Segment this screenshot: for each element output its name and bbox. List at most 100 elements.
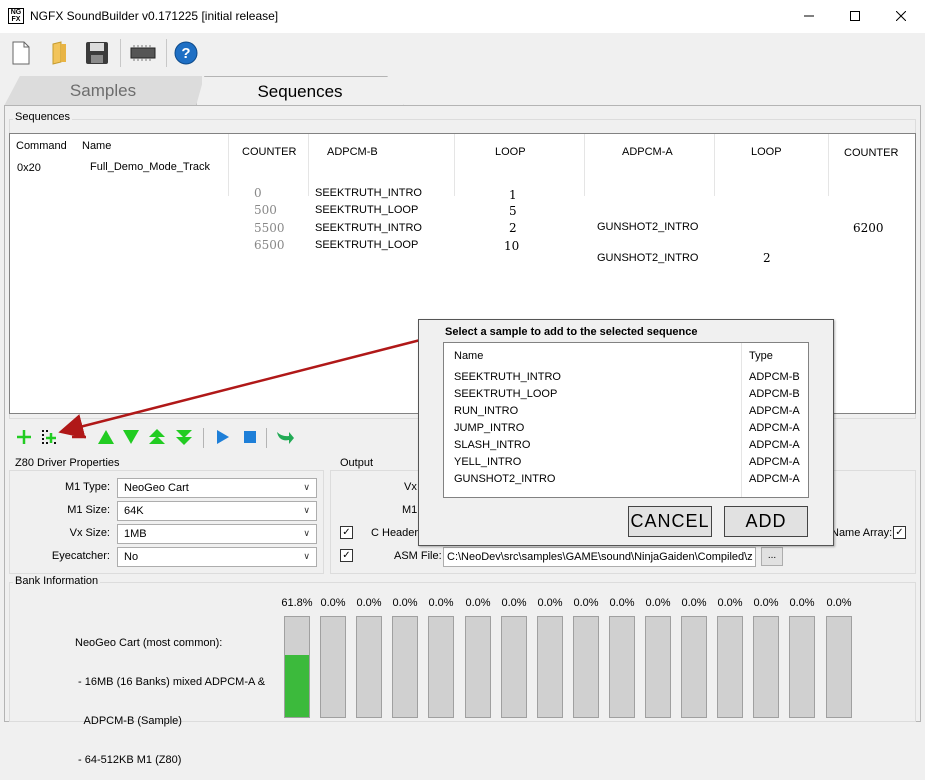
m1-type-value: NeoGeo Cart: [124, 482, 189, 494]
add-button[interactable]: ADD: [724, 506, 808, 537]
sample-name: YELL_INTRO: [454, 456, 522, 468]
column-separator: [584, 134, 585, 196]
column-header-name[interactable]: Name: [82, 140, 111, 152]
add-icon: [17, 430, 31, 444]
bank-usage-percent: 0.0%: [826, 597, 852, 609]
column-separator: [454, 134, 455, 196]
move-top-button[interactable]: [146, 426, 168, 448]
list-item[interactable]: YELL_INTRO ADPCM-A: [444, 455, 808, 471]
asm-file-checkbox[interactable]: ✓: [340, 549, 353, 562]
bank-usage-percent: 0.0%: [465, 597, 491, 609]
sample-type: ADPCM-A: [749, 456, 800, 468]
m1-type-select[interactable]: NeoGeo Cart ∨: [117, 478, 317, 498]
column-header-counter-b[interactable]: COUNTER: [242, 146, 296, 158]
minimize-button[interactable]: [786, 0, 832, 32]
save-icon: [86, 42, 108, 64]
help-icon: ?: [174, 41, 198, 65]
move-bottom-button[interactable]: [173, 426, 195, 448]
asm-file-label: ASM File:: [394, 550, 442, 562]
column-header-command[interactable]: Command: [16, 140, 67, 152]
asm-file-input[interactable]: C:\NeoDev\src\samples\GAME\sound\NinjaGa…: [443, 547, 756, 567]
bank-usage-percent: 0.0%: [753, 597, 779, 609]
browse-button[interactable]: ...: [761, 547, 783, 566]
add-sequence-button[interactable]: [13, 426, 35, 448]
bank-usage-percent: 0.0%: [573, 597, 599, 609]
bank-usage-percent: 0.0%: [392, 597, 418, 609]
bank-usage-bar: [681, 616, 707, 718]
column-header-loop-b[interactable]: LOOP: [495, 146, 526, 158]
bank-usage-percent: 0.0%: [501, 597, 527, 609]
column-header-adpcm-a[interactable]: ADPCM-A: [622, 146, 673, 158]
loop-b-value: 5: [509, 204, 517, 218]
adpcm-b-value: SEEKTRUTH_LOOP: [315, 204, 419, 216]
close-button[interactable]: [878, 0, 924, 32]
adpcm-a-value: GUNSHOT2_INTRO: [597, 252, 699, 264]
chevron-down-icon: ∨: [303, 505, 310, 515]
column-header-type[interactable]: Type: [749, 350, 773, 362]
new-file-button[interactable]: [6, 38, 36, 68]
bank-usage-bar: [284, 616, 310, 718]
maximize-button[interactable]: [832, 0, 878, 32]
bank-usage-percent: 0.0%: [320, 597, 346, 609]
m1-size-label: M1 Size:: [67, 504, 110, 516]
vx-output-label: Vx: [404, 481, 417, 493]
list-item[interactable]: RUN_INTRO ADPCM-A: [444, 404, 808, 420]
column-header-adpcm-b[interactable]: ADPCM-B: [327, 146, 378, 158]
move-up-button[interactable]: [95, 426, 117, 448]
list-item[interactable]: SEEKTRUTH_INTRO ADPCM-B: [444, 370, 808, 386]
svg-text:?: ?: [181, 45, 190, 62]
name-array-checkbox[interactable]: ✓: [893, 526, 906, 539]
open-button[interactable]: [44, 38, 74, 68]
column-header-loop-a[interactable]: LOOP: [751, 146, 782, 158]
sequence-command[interactable]: 0x20: [17, 162, 41, 174]
loop-b-value: 2: [509, 221, 517, 235]
tab-samples[interactable]: Samples: [4, 76, 202, 106]
tab-sequences[interactable]: Sequences: [196, 76, 404, 106]
stop-button[interactable]: [239, 426, 261, 448]
bank-usage-bar: [753, 616, 779, 718]
name-array-label: Name Array:: [831, 527, 893, 539]
cancel-button[interactable]: CANCEL: [628, 506, 712, 537]
column-header-counter-a[interactable]: COUNTER: [844, 147, 898, 159]
move-down-button[interactable]: [120, 426, 142, 448]
sample-list[interactable]: Name Type SEEKTRUTH_INTRO ADPCM-B SEEKTRUT…: [443, 342, 809, 498]
bank-usage-bar: [356, 616, 382, 718]
sequence-name[interactable]: Full_Demo_Mode_Track: [90, 161, 210, 173]
bank-usage-bar: [465, 616, 491, 718]
counter-a-value: 6200: [853, 221, 884, 235]
action-separator: [203, 428, 204, 448]
m1-type-label: M1 Type:: [64, 481, 110, 493]
list-item[interactable]: JUMP_INTRO ADPCM-A: [444, 421, 808, 437]
eyecatcher-select[interactable]: No ∨: [117, 547, 317, 567]
column-header-name[interactable]: Name: [454, 350, 483, 362]
compile-button[interactable]: [128, 38, 158, 68]
m1-size-select[interactable]: 64K ∨: [117, 501, 317, 521]
bank-usage-percent: 0.0%: [789, 597, 815, 609]
list-item[interactable]: SLASH_INTRO ADPCM-A: [444, 438, 808, 454]
chevron-down-icon: ∨: [303, 551, 310, 561]
adpcm-b-value: SEEKTRUTH_INTRO: [315, 222, 422, 234]
add-sample-button[interactable]: [38, 426, 60, 448]
play-button[interactable]: [211, 426, 233, 448]
bank-usage-percent: 0.0%: [717, 597, 743, 609]
vx-size-select[interactable]: 1MB ∨: [117, 524, 317, 544]
bank-usage-bar: [609, 616, 635, 718]
save-button[interactable]: [82, 38, 112, 68]
sample-name: SEEKTRUTH_INTRO: [454, 371, 561, 383]
remove-button[interactable]: [68, 426, 90, 448]
bank-usage-fill: [285, 655, 309, 717]
list-item[interactable]: GUNSHOT2_INTRO ADPCM-A: [444, 472, 808, 488]
bank-description-line: - 16MB (16 Banks) mixed ADPCM-A &: [75, 676, 266, 688]
export-button[interactable]: [274, 426, 296, 448]
bank-usage-bar: [826, 616, 852, 718]
list-item[interactable]: SEEKTRUTH_LOOP ADPCM-B: [444, 387, 808, 403]
window-title: NGFX SoundBuilder v0.171225 [initial rel…: [30, 9, 279, 23]
c-header-checkbox[interactable]: ✓: [340, 526, 353, 539]
stop-icon: [244, 431, 256, 443]
sample-name: GUNSHOT2_INTRO: [454, 473, 556, 485]
play-icon: [217, 430, 229, 444]
maximize-icon: [850, 11, 860, 21]
bank-usage-percent: 61.8%: [281, 597, 313, 609]
help-button[interactable]: ?: [171, 38, 201, 68]
output-group-label: Output: [338, 457, 376, 469]
